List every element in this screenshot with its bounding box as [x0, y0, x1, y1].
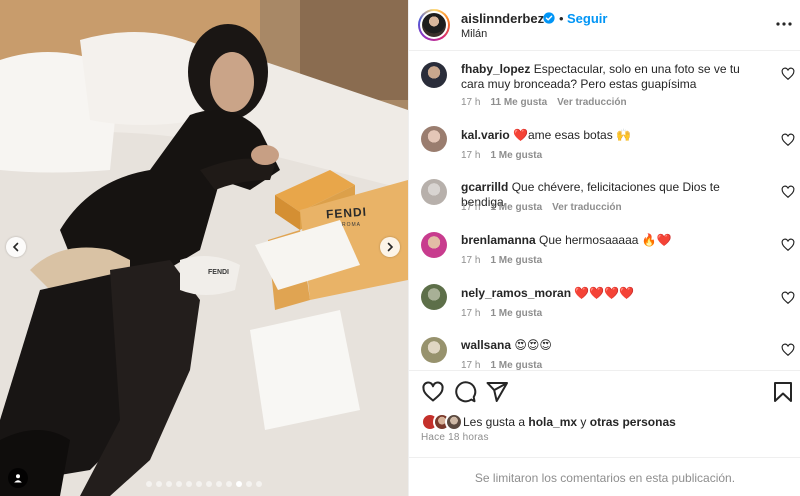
- share-icon[interactable]: [485, 380, 509, 404]
- comment-likes[interactable]: 1 Me gusta: [490, 150, 542, 161]
- post-actions-section: Les gusta a hola_mx y otras personas Hac…: [409, 370, 800, 496]
- likes-text: Les gusta a hola_mx y otras personas: [463, 415, 676, 429]
- carousel-dot: [216, 481, 222, 487]
- photo-scene: FENDI: [0, 0, 408, 496]
- likers-avatars[interactable]: [421, 413, 463, 431]
- comment-like-heart-icon[interactable]: [781, 185, 795, 199]
- post-photo: FENDI FENDI ROMA: [0, 0, 408, 496]
- carousel-dot: [256, 481, 262, 487]
- comment-text-block: nely_ramos_moran ❤️❤️❤️❤️: [461, 286, 761, 301]
- carousel-dot: [236, 481, 242, 487]
- comment-meta: 17 h 1 Me gusta: [461, 360, 542, 370]
- comment-body: Que hermosaaaaa 🔥❤️: [539, 233, 672, 247]
- next-image-button[interactable]: [380, 237, 400, 257]
- pouch-brand-text: FENDI: [208, 269, 229, 276]
- comment-username[interactable]: fhaby_lopez: [461, 62, 530, 76]
- comment-likes[interactable]: 11 Me gusta: [490, 97, 547, 108]
- post-header: aislinnderbez • Seguir Milán: [409, 0, 800, 51]
- comment-avatar[interactable]: [421, 179, 447, 205]
- comment-meta: 17 h 1 Me gusta: [461, 150, 542, 161]
- comment-avatar[interactable]: [421, 337, 447, 363]
- comment-time[interactable]: 17 h: [461, 308, 480, 319]
- comment-body: ❤️❤️❤️❤️: [574, 286, 635, 300]
- comment-like-heart-icon[interactable]: [781, 238, 795, 252]
- carousel-indicators: [0, 481, 408, 487]
- liker-avatar: [445, 413, 463, 431]
- comment-text-block: wallsana 😍😍😍: [461, 338, 761, 353]
- bookmark-icon[interactable]: [771, 380, 795, 404]
- carousel-dot: [156, 481, 162, 487]
- comment-likes[interactable]: 1 Me gusta: [490, 255, 542, 266]
- post-side-panel: aislinnderbez • Seguir Milán fhaby_lopez…: [408, 0, 800, 496]
- comment-time[interactable]: 17 h: [461, 202, 480, 213]
- comment-time[interactable]: 17 h: [461, 360, 480, 370]
- likes-prefix: Les gusta a: [463, 415, 526, 429]
- more-horizontal-icon: [776, 22, 792, 26]
- author-username[interactable]: aislinnderbez: [461, 11, 544, 26]
- chevron-right-icon: [387, 242, 394, 252]
- comment-time[interactable]: 17 h: [461, 150, 480, 161]
- comments-limited-notice: Se limitaron los comentarios en esta pub…: [409, 457, 800, 496]
- comment-body: 😍😍😍: [514, 338, 552, 352]
- comment-like-heart-icon[interactable]: [781, 343, 795, 357]
- carousel-dot: [206, 481, 212, 487]
- previous-image-button[interactable]: [6, 237, 26, 257]
- comment-avatar[interactable]: [421, 62, 447, 88]
- comment-likes[interactable]: 1 Me gusta: [490, 308, 542, 319]
- carousel-dot: [226, 481, 232, 487]
- box-brand-text: FENDI: [325, 204, 368, 222]
- comment-text-block: fhaby_lopez Espectacular, solo en una fo…: [461, 62, 761, 92]
- comment-avatar[interactable]: [421, 126, 447, 152]
- carousel-dot: [186, 481, 192, 487]
- post-location[interactable]: Milán: [461, 28, 487, 40]
- likes-others[interactable]: otras personas: [590, 415, 676, 429]
- carousel-dot: [166, 481, 172, 487]
- likes-joiner: y: [580, 415, 587, 429]
- comment-username[interactable]: nely_ramos_moran: [461, 286, 571, 300]
- instagram-post: FENDI FENDI ROMA aislinnderbez • Seguir …: [0, 0, 800, 496]
- likes-user[interactable]: hola_mx: [528, 415, 577, 429]
- comment-likes[interactable]: 1 Me gusta: [490, 202, 542, 213]
- carousel-dot: [176, 481, 182, 487]
- carousel-dot: [146, 481, 152, 487]
- comment-time[interactable]: 17 h: [461, 97, 480, 108]
- comment-username[interactable]: kal.vario: [461, 128, 510, 142]
- chevron-left-icon: [12, 242, 19, 252]
- comment-meta: 17 h 11 Me gusta Ver traducción: [461, 97, 627, 108]
- comment-avatar[interactable]: [421, 232, 447, 258]
- comment-like-heart-icon[interactable]: [781, 133, 795, 147]
- comment-username[interactable]: gcarrilld: [461, 180, 508, 194]
- post-timestamp[interactable]: Hace 18 horas: [421, 432, 489, 443]
- comment-meta: 17 h 1 Me gusta: [461, 308, 542, 319]
- comment-text-block: kal.vario ❤️ame esas botas 🙌: [461, 128, 761, 143]
- comment-meta: 17 h 1 Me gusta Ver traducción: [461, 202, 622, 213]
- comment-username[interactable]: wallsana: [461, 338, 511, 352]
- comment-meta: 17 h 1 Me gusta: [461, 255, 542, 266]
- carousel-dot: [196, 481, 202, 487]
- comment-text-block: brenlamanna Que hermosaaaaa 🔥❤️: [461, 233, 761, 248]
- comment-icon[interactable]: [453, 380, 477, 404]
- follow-button[interactable]: Seguir: [567, 11, 607, 26]
- see-translation-link[interactable]: Ver traducción: [552, 202, 621, 213]
- comment-avatar[interactable]: [421, 284, 447, 310]
- header-separator: •: [559, 11, 564, 26]
- comment-body: ❤️ame esas botas 🙌: [513, 128, 631, 142]
- see-translation-link[interactable]: Ver traducción: [557, 97, 626, 108]
- author-avatar[interactable]: [418, 9, 450, 41]
- comments-list: fhaby_lopez Espectacular, solo en una fo…: [409, 52, 800, 370]
- comment-like-heart-icon[interactable]: [781, 291, 795, 305]
- more-options-button[interactable]: [773, 13, 795, 35]
- carousel-dot: [246, 481, 252, 487]
- likes-summary: Les gusta a hola_mx y otras personas: [421, 412, 676, 432]
- verified-badge-icon: [543, 12, 555, 24]
- box-brand-subtext: ROMA: [342, 222, 361, 228]
- comment-time[interactable]: 17 h: [461, 255, 480, 266]
- heart-icon[interactable]: [421, 380, 445, 404]
- comment-likes[interactable]: 1 Me gusta: [490, 360, 542, 370]
- comment-username[interactable]: brenlamanna: [461, 233, 536, 247]
- comment-like-heart-icon[interactable]: [781, 67, 795, 81]
